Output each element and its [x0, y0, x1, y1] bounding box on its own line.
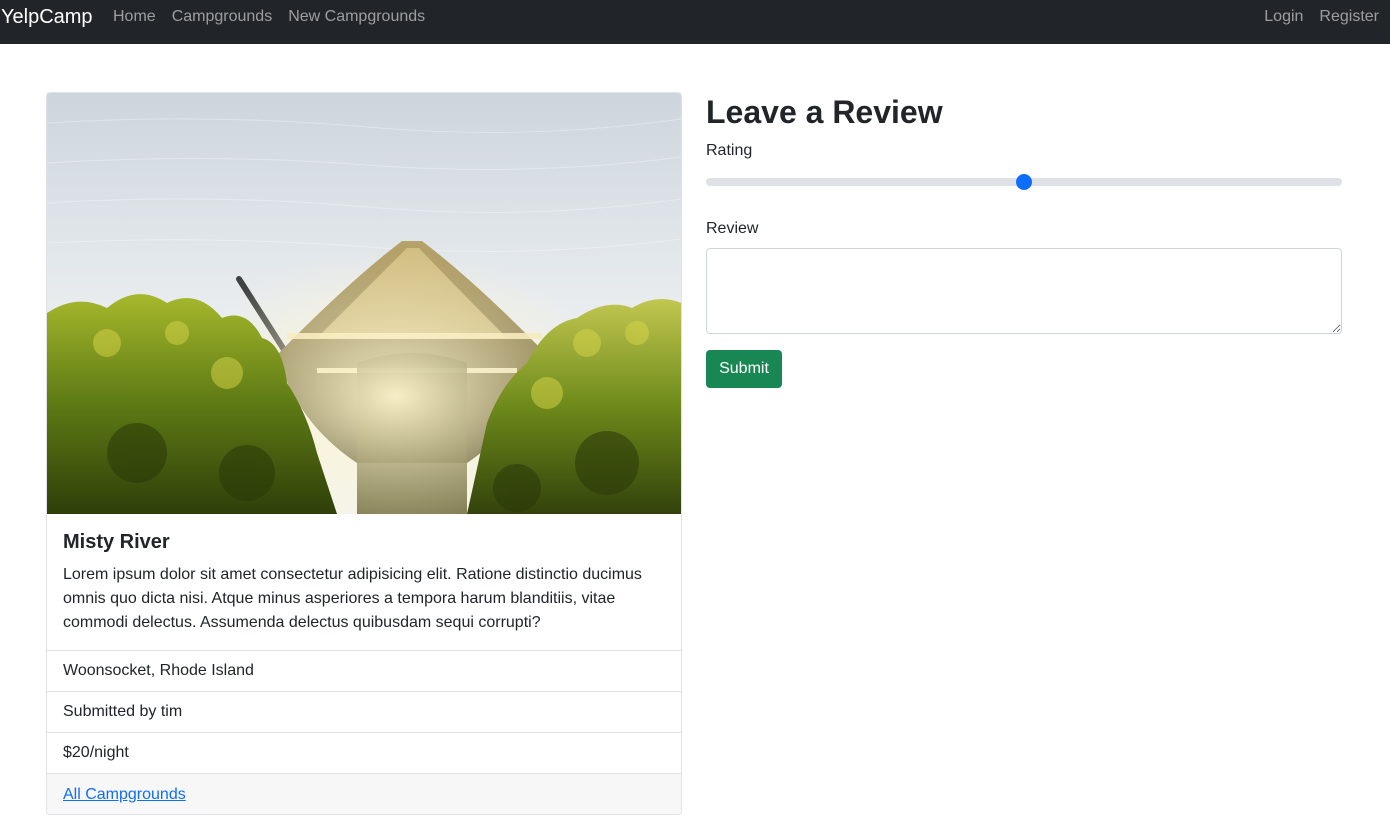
nav-new-campgrounds-link[interactable]: New Campgrounds	[288, 7, 425, 27]
rating-label: Rating	[706, 142, 753, 159]
navbar: YelpCamp Home Campgrounds New Campground…	[0, 0, 1390, 44]
nav-login-link[interactable]: Login	[1264, 7, 1303, 27]
review-heading: Leave a Review	[706, 94, 943, 130]
all-campgrounds-link[interactable]: All Campgrounds	[63, 786, 186, 803]
card-body: Misty River Lorem ipsum dolor sit amet c…	[47, 514, 681, 651]
nav-register-link[interactable]: Register	[1319, 7, 1379, 27]
nav-campgrounds-link[interactable]: Campgrounds	[172, 7, 273, 27]
nav-home-link[interactable]: Home	[113, 7, 156, 27]
campground-description: Lorem ipsum dolor sit amet consectetur a…	[63, 566, 642, 631]
review-textarea[interactable]	[706, 248, 1342, 334]
nav-right: Login Register	[1264, 7, 1379, 27]
nav-left: Home Campgrounds New Campgrounds	[113, 7, 425, 27]
rating-slider[interactable]	[706, 174, 1342, 190]
review-label: Review	[706, 220, 759, 237]
rating-slider-thumb[interactable]	[1016, 174, 1032, 190]
campground-price: $20/night	[47, 732, 681, 773]
submit-button[interactable]: Submit	[706, 350, 782, 388]
campground-location: Woonsocket, Rhode Island	[47, 650, 681, 691]
campground-card: Misty River Lorem ipsum dolor sit amet c…	[46, 92, 682, 815]
campground-title: Misty River	[63, 531, 170, 553]
campground-author: Submitted by tim	[47, 691, 681, 732]
brand-logo[interactable]: YelpCamp	[1, 5, 93, 29]
campground-image	[47, 93, 681, 514]
card-footer: All Campgrounds	[47, 773, 681, 814]
